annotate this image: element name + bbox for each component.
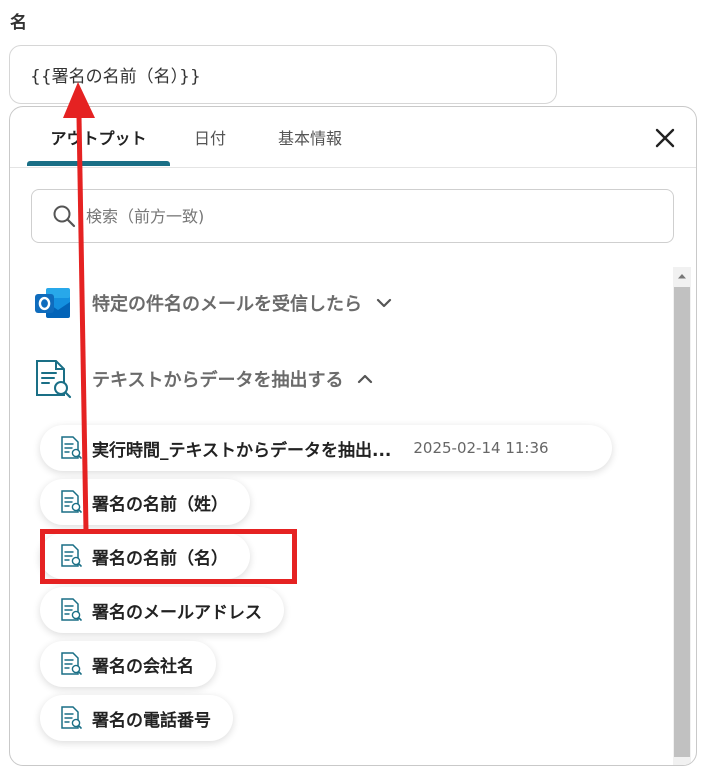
document-search-icon	[61, 490, 82, 513]
document-search-icon	[61, 598, 82, 621]
output-item-label: 署名の名前（姓）	[92, 494, 228, 515]
outlook-icon	[35, 288, 70, 318]
output-item-phone[interactable]: 署名の電話番号	[40, 695, 233, 741]
tab-output[interactable]: アウトプット	[27, 107, 170, 167]
annotation-highlight-box	[40, 529, 297, 584]
section-label: テキストからデータを抽出する	[92, 370, 344, 391]
search-box	[31, 189, 674, 243]
output-item-execution-time[interactable]: 実行時間_テキストからデータを抽出... 2025-02-14 11:36	[40, 425, 612, 471]
name-input-field[interactable]: {{署名の名前（名）}}	[9, 45, 557, 104]
section-label: 特定の件名のメールを受信したら	[92, 294, 362, 315]
output-item-company[interactable]: 署名の会社名	[40, 641, 216, 687]
document-search-icon	[36, 360, 72, 399]
section-extract-data[interactable]: テキストからデータを抽出する	[34, 359, 373, 399]
scroll-up-button[interactable]	[673, 267, 691, 285]
close-icon	[655, 128, 675, 148]
output-item-label: 実行時間_テキストからデータを抽出...	[92, 440, 392, 461]
tab-bar: アウトプット 日付 基本情報	[10, 107, 696, 168]
section-mail-trigger[interactable]: 特定の件名のメールを受信したら	[34, 285, 392, 321]
output-item-label: 署名の会社名	[92, 656, 194, 677]
field-value: {{署名の名前（名）}}	[30, 67, 201, 87]
output-item-last-name[interactable]: 署名の名前（姓）	[40, 479, 250, 525]
chevron-up-icon	[358, 374, 373, 384]
tab-basic-info[interactable]: 基本情報	[255, 107, 365, 167]
scrollbar[interactable]	[673, 267, 691, 765]
document-search-icon	[61, 436, 82, 459]
tab-date[interactable]: 日付	[180, 107, 240, 167]
output-item-label: 署名の電話番号	[92, 710, 211, 731]
output-item-label: 署名のメールアドレス	[92, 602, 262, 623]
field-label: 名	[10, 13, 27, 33]
output-item-email[interactable]: 署名のメールアドレス	[40, 587, 284, 633]
document-search-icon	[61, 652, 82, 675]
active-tab-indicator	[27, 161, 170, 166]
document-search-icon	[61, 706, 82, 729]
output-item-value: 2025-02-14 11:36	[413, 439, 549, 457]
search-input[interactable]	[84, 205, 648, 227]
triangle-up-icon	[678, 274, 686, 279]
chevron-down-icon	[376, 298, 392, 308]
scroll-thumb[interactable]	[674, 287, 690, 757]
search-icon	[53, 205, 76, 228]
variable-picker-panel: アウトプット 日付 基本情報 特定の件名のメールを受信したら	[9, 106, 697, 766]
close-button[interactable]	[650, 123, 680, 153]
